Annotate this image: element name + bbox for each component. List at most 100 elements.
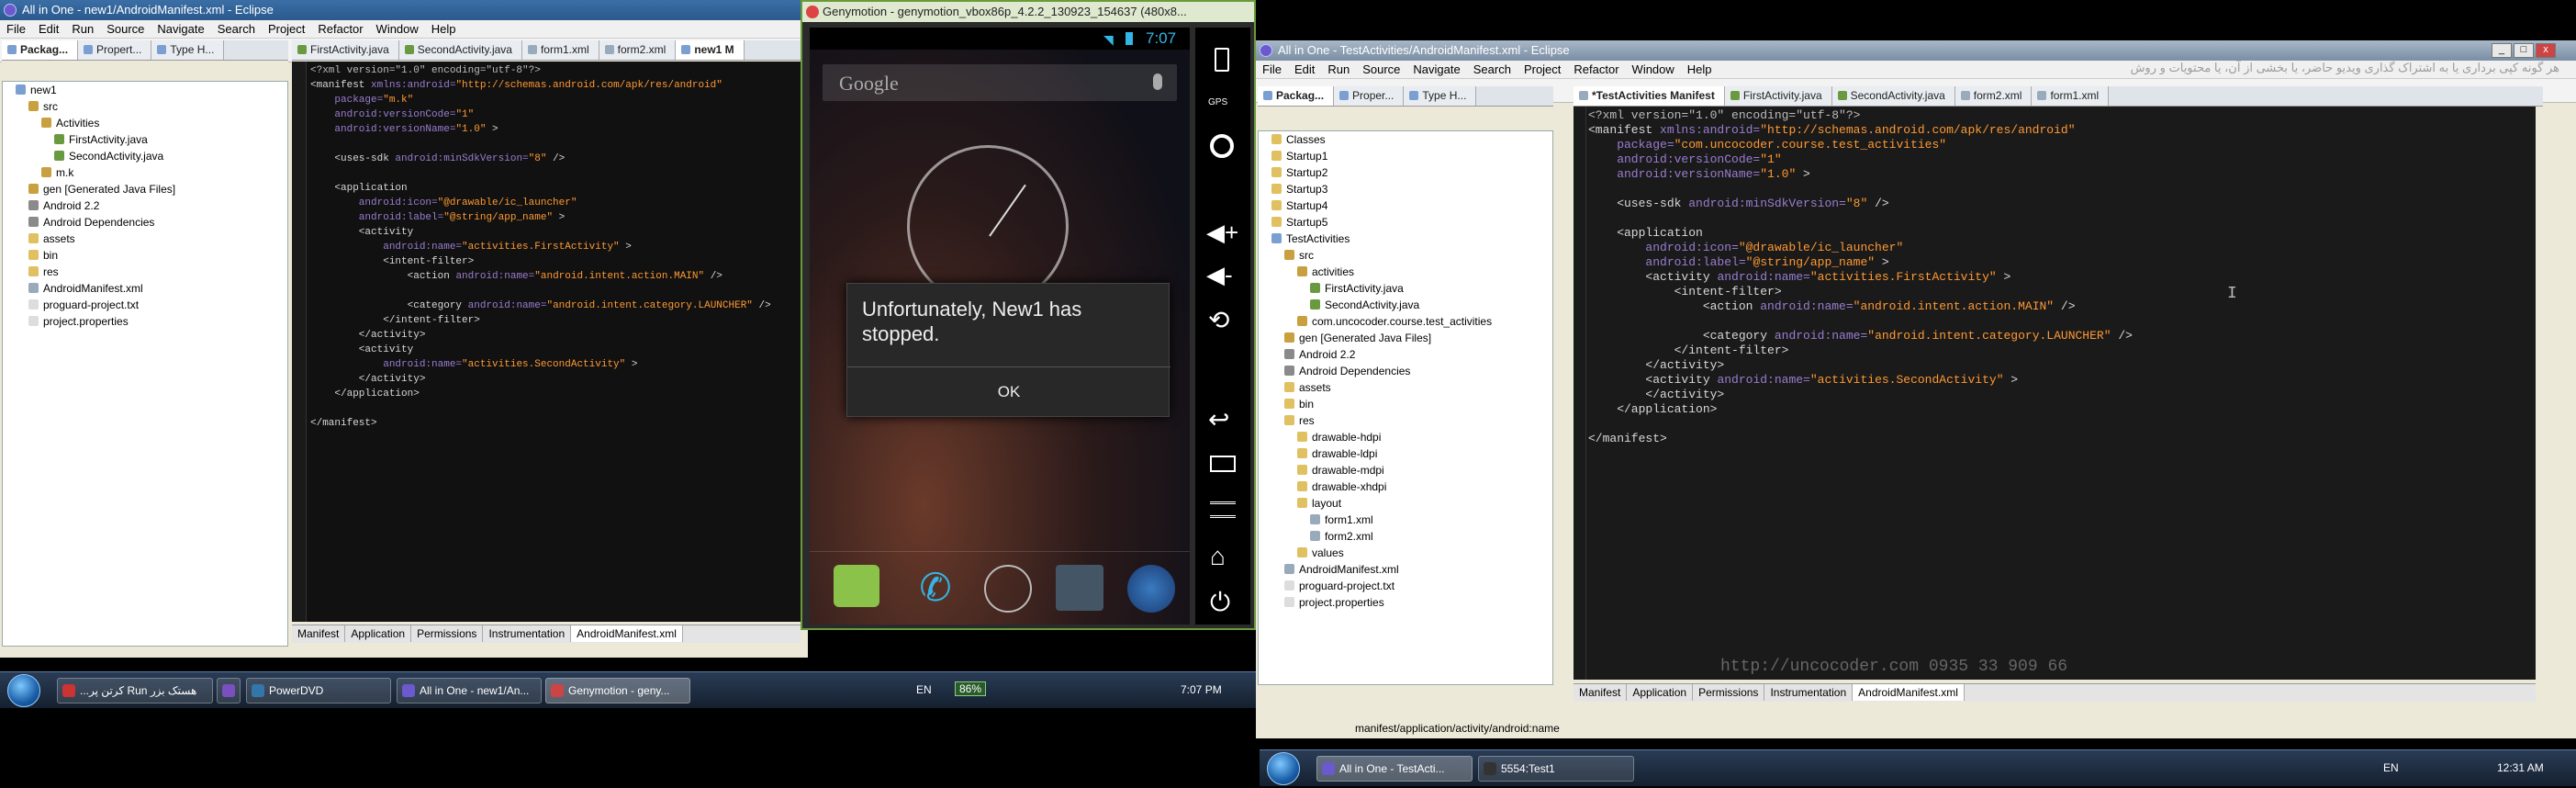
menu-navigate[interactable]: Navigate bbox=[1406, 62, 1466, 76]
taskbar-item-eclipse[interactable]: All in One - new1/An... bbox=[397, 678, 542, 704]
tab-testactivities-manifest[interactable]: *TestActivities Manifest bbox=[1574, 86, 1725, 106]
rotate-icon[interactable]: ⟲ bbox=[1208, 305, 1229, 335]
menu-file[interactable]: File bbox=[0, 22, 32, 36]
android-screen[interactable]: ◥ 7:07 Google Unfortunately, New1 has st… bbox=[810, 28, 1190, 625]
home-icon[interactable]: ⌂ bbox=[1210, 542, 1226, 571]
minimize-button[interactable]: _ bbox=[2492, 43, 2512, 58]
gps-label[interactable]: GPS bbox=[1208, 97, 1227, 107]
left-eclipse-titlebar[interactable]: All in One - new1/AndroidManifest.xml - … bbox=[0, 0, 808, 20]
bottom-tab-permissions[interactable]: Permissions bbox=[1693, 684, 1765, 701]
tab-packag[interactable]: Packag... bbox=[2, 40, 79, 60]
taskbar-item-vs[interactable] bbox=[217, 678, 241, 704]
battery-control-icon[interactable] bbox=[1215, 48, 1229, 72]
tree-item-android-2-2[interactable]: Android 2.2 bbox=[3, 197, 287, 214]
tab-propert[interactable]: Propert... bbox=[78, 40, 152, 60]
tab-type-h[interactable]: Type H... bbox=[1404, 86, 1477, 106]
tab-form2-xml[interactable]: form2.xml bbox=[1954, 86, 2033, 106]
volume-down-icon[interactable]: ◀- bbox=[1206, 261, 1233, 289]
tree-item-testactivities[interactable]: TestActivities bbox=[1259, 231, 1552, 247]
browser-icon[interactable] bbox=[1127, 565, 1175, 613]
tree-item-new1[interactable]: new1 bbox=[3, 82, 287, 98]
bottom-tab-manifest[interactable]: Manifest bbox=[292, 625, 346, 642]
tree-item-startup4[interactable]: Startup4 bbox=[1259, 197, 1552, 214]
menu-file[interactable]: File bbox=[1256, 62, 1288, 76]
tree-item-android-dependencies[interactable]: Android Dependencies bbox=[3, 214, 287, 231]
left-code-editor[interactable]: <?xml version="1.0" encoding="utf-8"?> <m… bbox=[292, 62, 801, 622]
tree-item-project-properties[interactable]: project.properties bbox=[3, 313, 287, 330]
settings-icon[interactable] bbox=[1056, 565, 1103, 611]
tree-item-activities[interactable]: Activities bbox=[3, 115, 287, 131]
taskbar-item-run[interactable]: ...کرتن پر Run هستک بزر bbox=[57, 678, 213, 704]
taskbar-item-powerdvd[interactable]: PowerDVD bbox=[246, 678, 391, 704]
tree-item-m-k[interactable]: m.k bbox=[3, 164, 287, 181]
tab-form1-xml[interactable]: form1.xml bbox=[521, 40, 599, 60]
tree-item-project-properties[interactable]: project.properties bbox=[1259, 594, 1552, 611]
app-drawer-icon[interactable] bbox=[984, 565, 1032, 613]
tree-item-values[interactable]: values bbox=[1259, 545, 1552, 561]
tab-firstactivity-java[interactable]: FirstActivity.java bbox=[1724, 86, 1832, 106]
menu-refactor[interactable]: Refactor bbox=[1567, 62, 1625, 76]
phone-icon[interactable]: ✆ bbox=[913, 565, 958, 611]
tree-item-com-uncocoder-course-test-activities[interactable]: com.uncocoder.course.test_activities bbox=[1259, 313, 1552, 330]
menu-search[interactable]: Search bbox=[1467, 62, 1518, 76]
tab-proper[interactable]: Proper... bbox=[1334, 86, 1405, 106]
menu-project[interactable]: Project bbox=[1518, 62, 1567, 76]
tree-item-secondactivity-java[interactable]: SecondActivity.java bbox=[1259, 297, 1552, 313]
recent-apps-icon[interactable] bbox=[1210, 456, 1236, 472]
tree-item-startup3[interactable]: Startup3 bbox=[1259, 181, 1552, 197]
tree-item-startup2[interactable]: Startup2 bbox=[1259, 164, 1552, 181]
right-tray-lang[interactable]: EN bbox=[2383, 761, 2399, 774]
tree-item-classes[interactable]: Classes bbox=[1259, 131, 1552, 148]
tab-firstactivity-java[interactable]: FirstActivity.java bbox=[292, 40, 399, 60]
power-icon[interactable]: ⏻ bbox=[1210, 588, 1230, 618]
tab-new1-m[interactable]: new1 M bbox=[676, 40, 745, 60]
tab-secondactivity-java[interactable]: SecondActivity.java bbox=[398, 40, 522, 60]
left-tray-battery[interactable]: 86% bbox=[955, 681, 987, 696]
tree-item-gen-generated-java-files[interactable]: gen [Generated Java Files] bbox=[1259, 330, 1552, 346]
tab-type-h[interactable]: Type H... bbox=[151, 40, 225, 60]
camera-icon[interactable] bbox=[1210, 134, 1234, 158]
tree-item-bin[interactable]: bin bbox=[1259, 396, 1552, 412]
menu-run[interactable]: Run bbox=[1321, 62, 1356, 76]
maximize-button[interactable]: □ bbox=[2514, 43, 2534, 58]
taskbar-item-eclipse[interactable]: All in One - TestActi... bbox=[1316, 756, 1473, 782]
google-search-bar[interactable]: Google bbox=[823, 64, 1177, 101]
menu-icon[interactable] bbox=[1210, 501, 1236, 518]
tree-item-form2-xml[interactable]: form2.xml bbox=[1259, 528, 1552, 545]
genymotion-titlebar[interactable]: Genymotion - genymotion_vbox86p_4.2.2_13… bbox=[802, 2, 1254, 22]
bottom-tab-instrumentation[interactable]: Instrumentation bbox=[483, 625, 572, 642]
tree-item-assets[interactable]: assets bbox=[1259, 379, 1552, 396]
menu-source[interactable]: Source bbox=[100, 22, 151, 36]
start-button[interactable] bbox=[7, 674, 40, 707]
menu-search[interactable]: Search bbox=[211, 22, 262, 36]
tree-item-proguard-project-txt[interactable]: proguard-project.txt bbox=[1259, 578, 1552, 594]
tab-secondactivity-java[interactable]: SecondActivity.java bbox=[1831, 86, 1955, 106]
start-button[interactable] bbox=[1267, 752, 1300, 785]
menu-navigate[interactable]: Navigate bbox=[151, 22, 210, 36]
tree-item-firstactivity-java[interactable]: FirstActivity.java bbox=[3, 131, 287, 148]
left-tray-lang[interactable]: EN bbox=[916, 683, 932, 696]
right-eclipse-titlebar[interactable]: All in One - TestActivities/AndroidManif… bbox=[1256, 40, 2576, 61]
tab-form1-xml[interactable]: form1.xml bbox=[2032, 86, 2110, 106]
tree-item-form1-xml[interactable]: form1.xml bbox=[1259, 512, 1552, 528]
tree-item-firstactivity-java[interactable]: FirstActivity.java bbox=[1259, 280, 1552, 297]
tree-item-bin[interactable]: bin bbox=[3, 247, 287, 264]
tree-item-src[interactable]: src bbox=[1259, 247, 1552, 264]
menu-help[interactable]: Help bbox=[425, 22, 463, 36]
bottom-tab-instrumentation[interactable]: Instrumentation bbox=[1764, 684, 1854, 701]
tree-item-drawable-hdpi[interactable]: drawable-hdpi bbox=[1259, 429, 1552, 445]
back-icon[interactable]: ↩ bbox=[1208, 404, 1229, 434]
bottom-tab-application[interactable]: Application bbox=[345, 625, 412, 642]
menu-source[interactable]: Source bbox=[1356, 62, 1406, 76]
tree-item-gen-generated-java-files[interactable]: gen [Generated Java Files] bbox=[3, 181, 287, 197]
tree-item-android-dependencies[interactable]: Android Dependencies bbox=[1259, 363, 1552, 379]
tree-item-drawable-xhdpi[interactable]: drawable-xhdpi bbox=[1259, 478, 1552, 495]
right-code-editor[interactable]: <?xml version="1.0" encoding="utf-8"?> <m… bbox=[1574, 107, 2536, 680]
close-button[interactable]: x bbox=[2536, 43, 2556, 58]
menu-edit[interactable]: Edit bbox=[1288, 62, 1321, 76]
bottom-tab-androidmanifest-xml[interactable]: AndroidManifest.xml bbox=[1853, 684, 1965, 701]
taskbar-item-emulator[interactable]: 5554:Test1 bbox=[1478, 756, 1634, 782]
tree-item-res[interactable]: res bbox=[1259, 412, 1552, 429]
bottom-tab-androidmanifest-xml[interactable]: AndroidManifest.xml bbox=[571, 625, 683, 642]
tree-item-secondactivity-java[interactable]: SecondActivity.java bbox=[3, 148, 287, 164]
